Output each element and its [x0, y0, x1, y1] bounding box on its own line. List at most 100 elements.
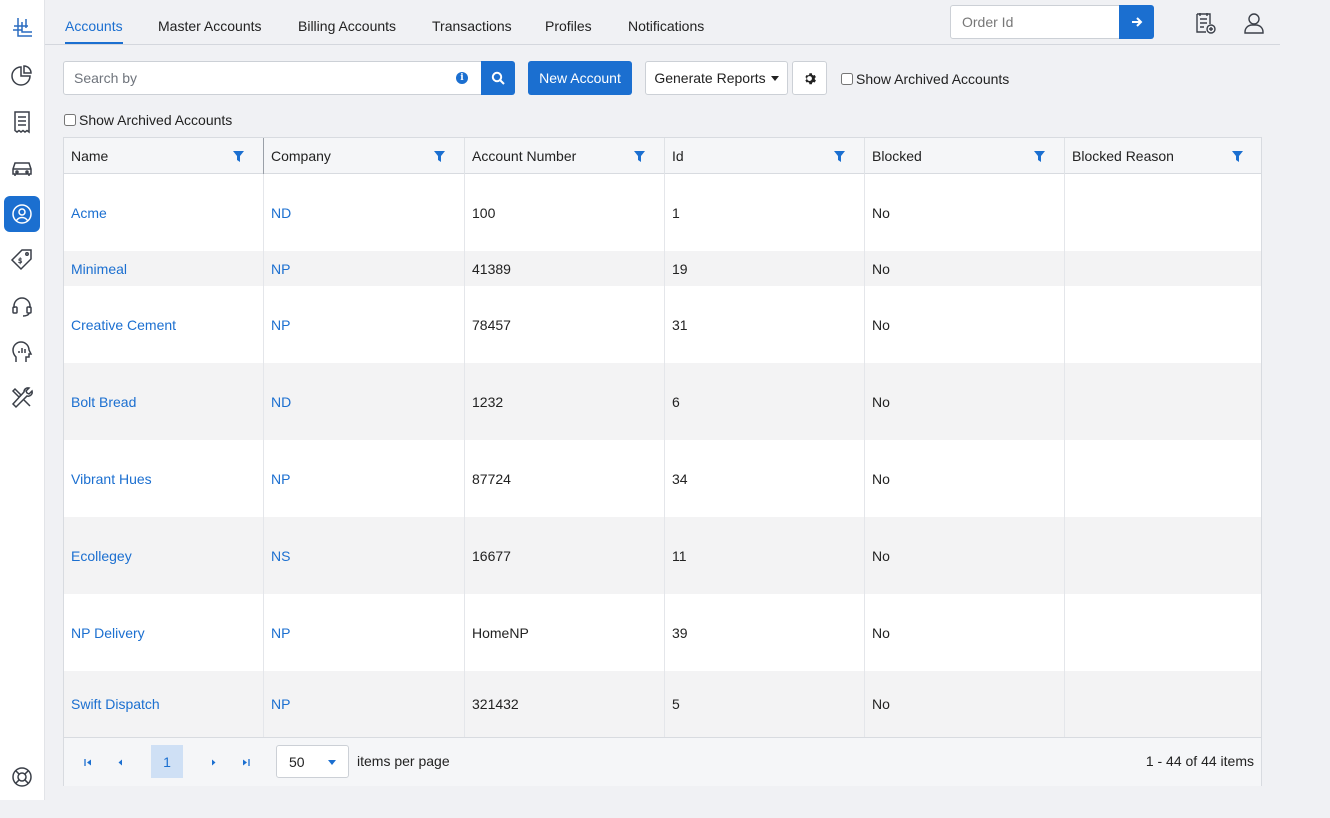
items-per-page-label: items per page: [357, 753, 450, 769]
analytics-head-icon[interactable]: [4, 334, 40, 370]
order-id-input[interactable]: [950, 5, 1120, 39]
table-row[interactable]: Swift Dispatch NP 321432 5 No: [64, 671, 1261, 737]
user-profile-icon[interactable]: [1240, 9, 1268, 37]
cell-blocked-text: No: [872, 624, 890, 641]
column-header-blocked[interactable]: Blocked: [865, 138, 1065, 174]
gear-icon: [805, 72, 816, 84]
cell-name-link[interactable]: Vibrant Hues: [71, 471, 152, 487]
cell-name-link[interactable]: Swift Dispatch: [71, 696, 160, 712]
show-archived-checkbox[interactable]: [841, 73, 853, 85]
column-title: Id: [672, 148, 684, 164]
filter-icon[interactable]: [1232, 151, 1243, 162]
cell-company: NP: [264, 594, 465, 671]
cell-name-link[interactable]: Ecollegey: [71, 548, 132, 564]
table-row[interactable]: Minimeal NP 41389 19 No: [64, 251, 1261, 286]
cell-name: Creative Cement: [64, 286, 264, 363]
filter-icon[interactable]: [834, 151, 845, 162]
filter-icon[interactable]: [434, 151, 445, 162]
search-button[interactable]: [481, 61, 515, 95]
show-archived-toggle-2[interactable]: Show Archived Accounts: [64, 112, 232, 128]
cell-id: 39: [665, 594, 865, 671]
cell-blocked-reason: [1065, 671, 1262, 737]
cell-blocked-reason: [1065, 286, 1262, 363]
user-circle-icon[interactable]: [4, 196, 40, 232]
headset-icon[interactable]: [4, 288, 40, 324]
table-row[interactable]: Ecollegey NS 16677 11 No: [64, 517, 1261, 594]
next-page-icon[interactable]: [203, 752, 223, 772]
cell-company-link[interactable]: NS: [271, 548, 290, 564]
cell-name-link[interactable]: Minimeal: [71, 261, 127, 277]
table-row[interactable]: Creative Cement NP 78457 31 No: [64, 286, 1261, 363]
cell-id-text: 34: [672, 470, 688, 487]
cell-name: Bolt Bread: [64, 363, 264, 440]
page-size-select[interactable]: 50: [276, 745, 349, 778]
cell-company-link[interactable]: NP: [271, 261, 290, 277]
table-row[interactable]: Vibrant Hues NP 87724 34 No: [64, 440, 1261, 517]
cell-name-link[interactable]: Acme: [71, 205, 107, 221]
tab-accounts[interactable]: Accounts: [65, 18, 123, 44]
tab-billing-accounts[interactable]: Billing Accounts: [298, 18, 396, 34]
cell-account-number-text: 16677: [472, 547, 511, 564]
column-title: Company: [271, 148, 331, 164]
price-tag-icon[interactable]: $: [4, 242, 40, 278]
cell-blocked: No: [865, 594, 1065, 671]
logo-icon[interactable]: [4, 10, 40, 46]
tab-master-accounts[interactable]: Master Accounts: [158, 18, 262, 34]
filter-icon[interactable]: [634, 151, 645, 162]
car-icon[interactable]: [4, 150, 40, 186]
cell-name-link[interactable]: NP Delivery: [71, 625, 145, 641]
cell-blocked: No: [865, 440, 1065, 517]
filter-icon[interactable]: [1034, 151, 1045, 162]
cell-id: 1: [665, 174, 865, 251]
cell-company-link[interactable]: NP: [271, 317, 290, 333]
tab-notifications[interactable]: Notifications: [628, 18, 704, 34]
new-account-button[interactable]: New Account: [528, 61, 632, 95]
table-row[interactable]: NP Delivery NP HomeNP 39 No: [64, 594, 1261, 671]
search-input[interactable]: [64, 62, 444, 94]
info-icon[interactable]: i: [456, 72, 468, 84]
cell-company-link[interactable]: ND: [271, 394, 291, 410]
cell-company: ND: [264, 174, 465, 251]
pager: 1 50 items per page 1 - 44 of 44 items: [64, 737, 1261, 786]
generate-reports-button[interactable]: Generate Reports: [645, 61, 788, 95]
cell-company-link[interactable]: NP: [271, 471, 290, 487]
cell-blocked-reason: [1065, 440, 1262, 517]
table-row[interactable]: Acme ND 100 1 No: [64, 174, 1261, 251]
table-row[interactable]: Bolt Bread ND 1232 6 No: [64, 363, 1261, 440]
cell-name-link[interactable]: Creative Cement: [71, 317, 176, 333]
show-archived-toggle[interactable]: Show Archived Accounts: [841, 71, 1009, 87]
filter-icon[interactable]: [233, 151, 244, 162]
first-page-icon[interactable]: [78, 752, 98, 772]
cell-account-number: 1232: [465, 363, 665, 440]
cell-name-link[interactable]: Bolt Bread: [71, 394, 136, 410]
dashboard-pie-icon[interactable]: [4, 58, 40, 94]
tools-icon[interactable]: [4, 380, 40, 416]
pager-info: 1 - 44 of 44 items: [1145, 753, 1254, 769]
cell-company-link[interactable]: ND: [271, 205, 291, 221]
settings-button[interactable]: [792, 61, 827, 95]
order-go-button[interactable]: [1119, 5, 1154, 39]
column-title: Name: [71, 148, 109, 164]
chevron-down-icon: [770, 75, 779, 81]
cell-company-link[interactable]: NP: [271, 625, 290, 641]
new-order-icon[interactable]: [1191, 9, 1219, 37]
show-archived-checkbox-2[interactable]: [64, 114, 76, 126]
page-number-button[interactable]: 1: [151, 745, 183, 778]
prev-page-icon[interactable]: [110, 752, 130, 772]
cell-name: Ecollegey: [64, 517, 264, 594]
cell-account-number-text: 100: [472, 204, 496, 221]
column-header-company[interactable]: Company: [264, 138, 465, 174]
column-header-account-number[interactable]: Account Number: [465, 138, 665, 174]
tab-transactions[interactable]: Transactions: [432, 18, 512, 34]
receipt-icon[interactable]: [4, 104, 40, 140]
column-title: Blocked: [872, 148, 922, 164]
cell-blocked: No: [865, 174, 1065, 251]
cell-account-number: 78457: [465, 286, 665, 363]
column-header-name[interactable]: Name: [64, 138, 264, 174]
last-page-icon[interactable]: [235, 752, 255, 772]
column-header-id[interactable]: Id: [665, 138, 865, 174]
tab-profiles[interactable]: Profiles: [545, 18, 592, 34]
column-header-blocked-reason[interactable]: Blocked Reason: [1065, 138, 1262, 174]
cell-company-link[interactable]: NP: [271, 696, 290, 712]
help-lifebuoy-icon[interactable]: [4, 759, 40, 795]
